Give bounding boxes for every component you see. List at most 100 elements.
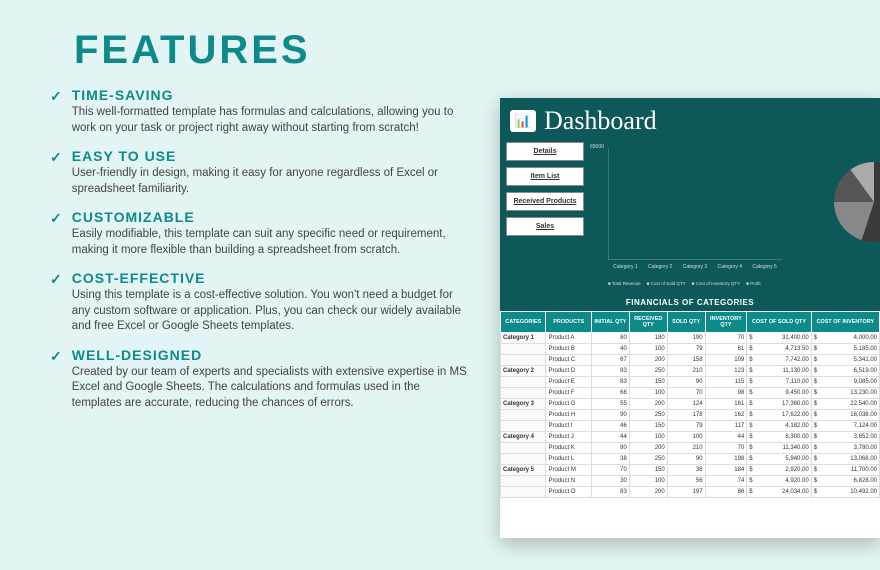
table-row: Category 5Product M70150361842,920.0011,… [501, 465, 880, 476]
cell: 83 [591, 487, 629, 498]
cell: 250 [629, 410, 667, 421]
cell: 90 [667, 454, 705, 465]
cell: 161 [705, 399, 747, 410]
table-row: Category 4Product J44100100448,300.003,6… [501, 432, 880, 443]
cell: Product N [546, 476, 591, 487]
table-row: Product O832001978624,034.0010,492.00 [501, 487, 880, 498]
column-header: COST OF INVENTORY [811, 312, 879, 333]
cell: 83 [591, 377, 629, 388]
cell [501, 476, 546, 487]
bar-chart: 65000 Category 1Category 2Category 3Cate… [590, 142, 788, 288]
cell: 68 [591, 388, 629, 399]
column-header: PRODUCTS [546, 312, 591, 333]
cell: Product F [546, 388, 591, 399]
cell [501, 454, 546, 465]
feature-item: ✓ EASY TO USE User-friendly in design, m… [50, 148, 470, 197]
feature-item: ✓ COST-EFFECTIVE Using this template is … [50, 270, 470, 335]
cell: 150 [629, 377, 667, 388]
cell: 210 [667, 366, 705, 377]
feature-title: EASY TO USE [72, 148, 470, 164]
cell: 90 [591, 410, 629, 421]
check-icon: ✓ [50, 271, 62, 288]
category-label: Category 2 [648, 264, 672, 270]
cell: Product L [546, 454, 591, 465]
feature-title: TIME-SAVING [72, 87, 470, 103]
cell: Product D [546, 366, 591, 377]
cell: 10,492.00 [811, 487, 879, 498]
cell: Product A [546, 333, 591, 344]
cell: 4,920.00 [747, 476, 811, 487]
nav-sales-button[interactable]: Sales [506, 217, 584, 236]
cell: 200 [629, 355, 667, 366]
cell: 16,038.00 [811, 410, 879, 421]
cell: 17,360.00 [747, 399, 811, 410]
cell: 86 [705, 487, 747, 498]
cell: Product H [546, 410, 591, 421]
nav-received-button[interactable]: Received Products [506, 192, 584, 211]
x-axis-labels: Category 1Category 2Category 3Category 4… [608, 264, 782, 270]
cell: Category 3 [501, 399, 546, 410]
features-list: ✓ TIME-SAVING This well-formatted templa… [50, 87, 470, 411]
cell: 150 [629, 421, 667, 432]
check-icon: ✓ [50, 88, 62, 105]
cell: Product M [546, 465, 591, 476]
cell: 4,182.00 [747, 421, 811, 432]
cell: 38 [591, 454, 629, 465]
feature-item: ✓ TIME-SAVING This well-formatted templa… [50, 87, 470, 136]
cell: 40 [591, 344, 629, 355]
cell: 115 [705, 377, 747, 388]
feature-item: ✓ WELL-DESIGNED Created by our team of e… [50, 347, 470, 412]
cell: 98 [705, 388, 747, 399]
column-header: INVENTORY QTY [705, 312, 747, 333]
cell: Category 5 [501, 465, 546, 476]
cell: 6,519.00 [811, 366, 879, 377]
cell: 11,340.00 [747, 443, 811, 454]
cell: 2,920.00 [747, 465, 811, 476]
cell: Product B [546, 344, 591, 355]
cell: 13,068.00 [811, 454, 879, 465]
table-row: Product K802002107011,340.003,780.00 [501, 443, 880, 454]
cell: 7,124.00 [811, 421, 879, 432]
cell: 7,742.00 [747, 355, 811, 366]
category-label: Category 4 [718, 264, 742, 270]
category-label: Category 3 [683, 264, 707, 270]
cell: 3,652.00 [811, 432, 879, 443]
cell: 5,940.00 [747, 454, 811, 465]
cell: 9,085.00 [811, 377, 879, 388]
cell: 22,540.00 [811, 399, 879, 410]
cell: Product C [546, 355, 591, 366]
cell: 11,700.00 [811, 465, 879, 476]
cell: 79 [667, 344, 705, 355]
cell: 17,622.00 [747, 410, 811, 421]
cell: 8,300.00 [747, 432, 811, 443]
cell: 198 [705, 454, 747, 465]
cell: 44 [705, 432, 747, 443]
column-header: INITIAL QTY [591, 312, 629, 333]
nav-details-button[interactable]: Details [506, 142, 584, 161]
cell: 123 [705, 366, 747, 377]
cell: Product G [546, 399, 591, 410]
cell: 74 [705, 476, 747, 487]
cell: 200 [629, 443, 667, 454]
cell: 250 [629, 454, 667, 465]
feature-title: WELL-DESIGNED [72, 347, 470, 363]
table-row: Product C672001581097,742.005,341.00 [501, 355, 880, 366]
cell: 6,828.00 [811, 476, 879, 487]
cell: 36 [667, 465, 705, 476]
cell: 55 [591, 399, 629, 410]
cell: 200 [629, 487, 667, 498]
table-row: Category 3Product G5520012416117,360.002… [501, 399, 880, 410]
cell: 124 [667, 399, 705, 410]
cell [501, 344, 546, 355]
cell [501, 388, 546, 399]
cell: 79 [667, 421, 705, 432]
dashboard-header: 📊 Dashboard [500, 98, 880, 142]
column-header: COST OF SOLD QTY [747, 312, 811, 333]
table-row: Product B4010079614,713.505,185.00 [501, 344, 880, 355]
nav-itemlist-button[interactable]: Item List [506, 167, 584, 186]
cell [501, 377, 546, 388]
feature-desc: User-friendly in design, making it easy … [72, 166, 470, 197]
cell: 100 [629, 344, 667, 355]
cell: 109 [705, 355, 747, 366]
column-header: CATEGORIES [501, 312, 546, 333]
